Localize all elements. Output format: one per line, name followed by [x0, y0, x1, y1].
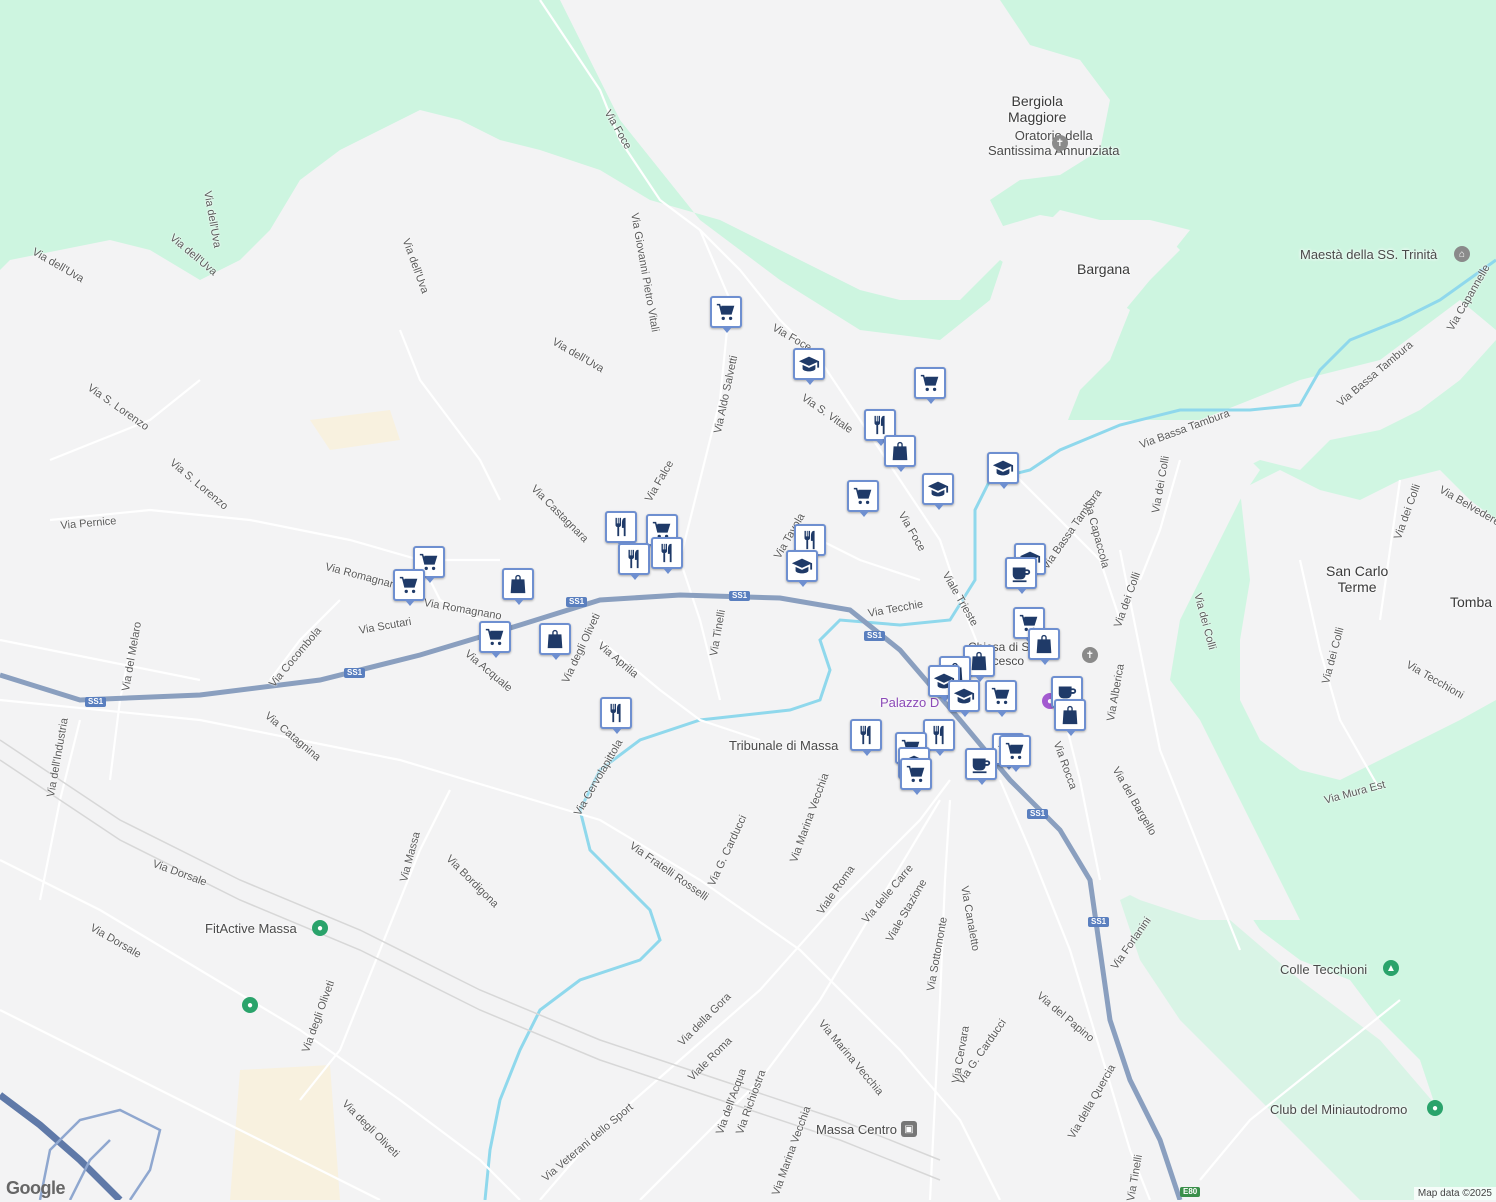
place-bergiola: Bergiola Maggiore [1008, 93, 1067, 125]
map-attribution[interactable]: Map data ©2025 [1413, 1187, 1496, 1200]
marker-food[interactable] [651, 537, 683, 574]
poi-tribunale: Tribunale di Massa [729, 738, 839, 753]
shop-icon [507, 573, 529, 595]
marker-cart[interactable] [900, 758, 932, 795]
marker-food[interactable] [618, 543, 650, 580]
marker-shop[interactable] [502, 568, 534, 605]
marker-cart[interactable] [985, 680, 1017, 717]
marker-cart[interactable] [847, 480, 879, 517]
highway-shield: SS1 [729, 591, 751, 601]
maesta-icon: ⌂ [1454, 246, 1470, 262]
marker-school[interactable] [948, 680, 980, 717]
colle-icon: ▲ [1383, 960, 1399, 976]
school-icon [798, 353, 820, 375]
marker-cafe[interactable] [965, 748, 997, 785]
shop-icon [968, 650, 990, 672]
place-san-carlo: San Carlo Terme [1326, 563, 1389, 595]
highway-shield: SS1 [1027, 809, 1049, 819]
marker-food[interactable] [850, 719, 882, 756]
cart-icon [1004, 740, 1026, 762]
poi-maesta: Maestà della SS. Trinità [1300, 247, 1438, 262]
marker-school[interactable] [922, 473, 954, 510]
marker-food[interactable] [600, 697, 632, 734]
cart-icon [484, 626, 506, 648]
shop-icon [889, 440, 911, 462]
poi-massa-centro: Massa Centro [816, 1122, 897, 1137]
food-icon [799, 529, 821, 551]
place-bargana: Bargana [1077, 261, 1130, 277]
marker-shop[interactable] [539, 623, 571, 660]
school-icon [992, 457, 1014, 479]
club-icon: ● [1427, 1100, 1443, 1116]
fitactive-icon: ● [312, 920, 328, 936]
cart-icon [398, 574, 420, 596]
food-icon [869, 414, 891, 436]
marker-school[interactable] [786, 550, 818, 587]
highway-shield: E80 [1180, 1187, 1201, 1197]
shop-icon [1059, 704, 1081, 726]
church-icon: ✝ [1082, 647, 1098, 663]
cart-icon [852, 485, 874, 507]
food-icon [928, 724, 950, 746]
marker-food[interactable] [605, 511, 637, 548]
poi-colle: Colle Tecchioni [1280, 962, 1368, 977]
marker-cart[interactable] [710, 296, 742, 333]
food-icon [656, 542, 678, 564]
marker-cafe[interactable] [1005, 557, 1037, 594]
cart-icon [715, 301, 737, 323]
shop-icon [544, 628, 566, 650]
train-icon: ▣ [901, 1121, 917, 1137]
shop-icon [1033, 633, 1055, 655]
marker-school[interactable] [987, 452, 1019, 489]
park-pin-icon: ● [242, 997, 258, 1013]
marker-cart[interactable] [479, 621, 511, 658]
highway-shield: SS1 [85, 697, 107, 707]
marker-school[interactable] [793, 348, 825, 385]
school-icon [927, 478, 949, 500]
highway-shield: SS1 [344, 668, 366, 678]
marker-shop[interactable] [1028, 628, 1060, 665]
food-icon [610, 516, 632, 538]
place-tomba: Tomba [1450, 594, 1493, 610]
oratorio-icon: ✝ [1052, 135, 1068, 151]
highway-shield: SS1 [566, 597, 588, 607]
school-icon [953, 685, 975, 707]
food-icon [623, 548, 645, 570]
cart-icon [905, 763, 927, 785]
cart-icon [919, 372, 941, 394]
google-logo: Google [6, 1178, 66, 1198]
food-icon [605, 702, 627, 724]
food-icon [855, 724, 877, 746]
poi-club: Club del Miniautodromo [1270, 1102, 1408, 1117]
highway-shield: SS1 [864, 631, 886, 641]
marker-shop[interactable] [884, 435, 916, 472]
highway-shield: SS1 [1088, 917, 1110, 927]
place-palazzo: Palazzo D [880, 695, 940, 710]
cart-icon [990, 685, 1012, 707]
poi-fitactive: FitActive Massa [205, 921, 297, 936]
marker-cart[interactable] [999, 735, 1031, 772]
marker-cart[interactable] [914, 367, 946, 404]
cafe-icon [970, 753, 992, 775]
school-icon [791, 555, 813, 577]
marker-cart[interactable] [393, 569, 425, 606]
cafe-icon [1010, 562, 1032, 584]
marker-shop[interactable] [1054, 699, 1086, 736]
